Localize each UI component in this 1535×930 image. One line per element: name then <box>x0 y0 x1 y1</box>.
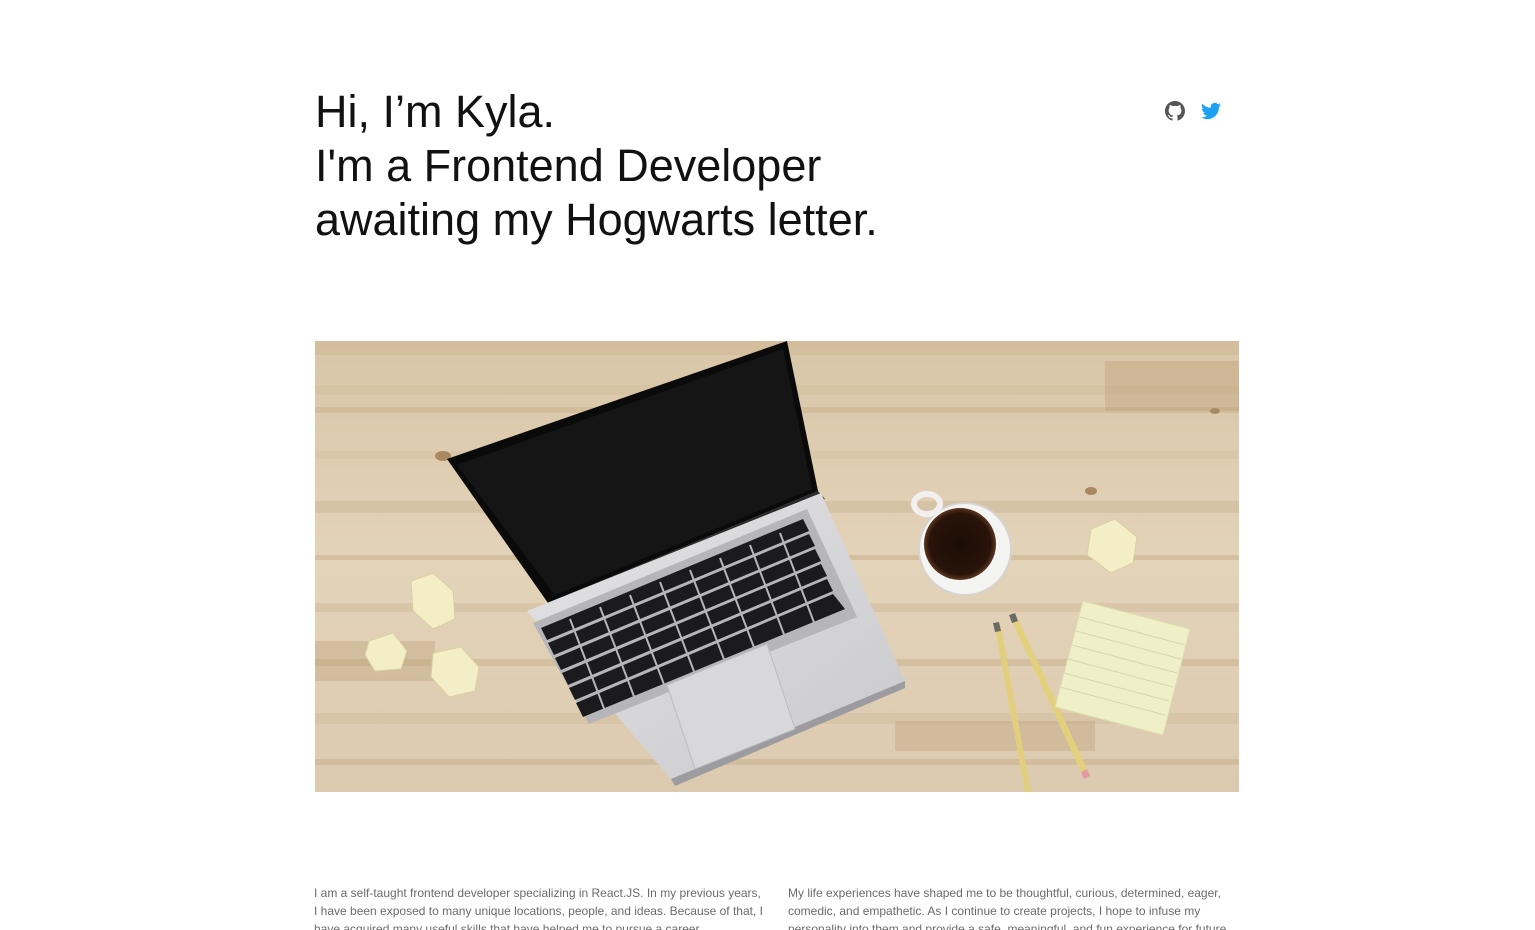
laptop-desk-photo <box>315 341 1239 792</box>
github-link[interactable] <box>1165 101 1185 121</box>
github-icon <box>1165 101 1185 121</box>
social-links <box>1165 101 1221 121</box>
twitter-link[interactable] <box>1201 101 1221 121</box>
twitter-icon <box>1201 102 1221 120</box>
hero-heading-line-2: I'm a Frontend Developer <box>315 140 822 191</box>
bio-paragraph-2: My life experiences have shaped me to be… <box>788 886 1227 930</box>
page: Hi, I’m Kyla. I'm a Frontend Developer a… <box>0 0 1535 930</box>
bio-section: I am a self-taught frontend developer sp… <box>314 884 1239 930</box>
hero-heading-line-3: awaiting my Hogwarts letter. <box>315 194 878 245</box>
bio-paragraph-1: I am a self-taught frontend developer sp… <box>314 886 763 930</box>
hero-heading-line-1: Hi, I’m Kyla. <box>315 86 556 137</box>
hero-heading: Hi, I’m Kyla. I'm a Frontend Developer a… <box>315 85 878 247</box>
hero-image <box>315 341 1239 792</box>
